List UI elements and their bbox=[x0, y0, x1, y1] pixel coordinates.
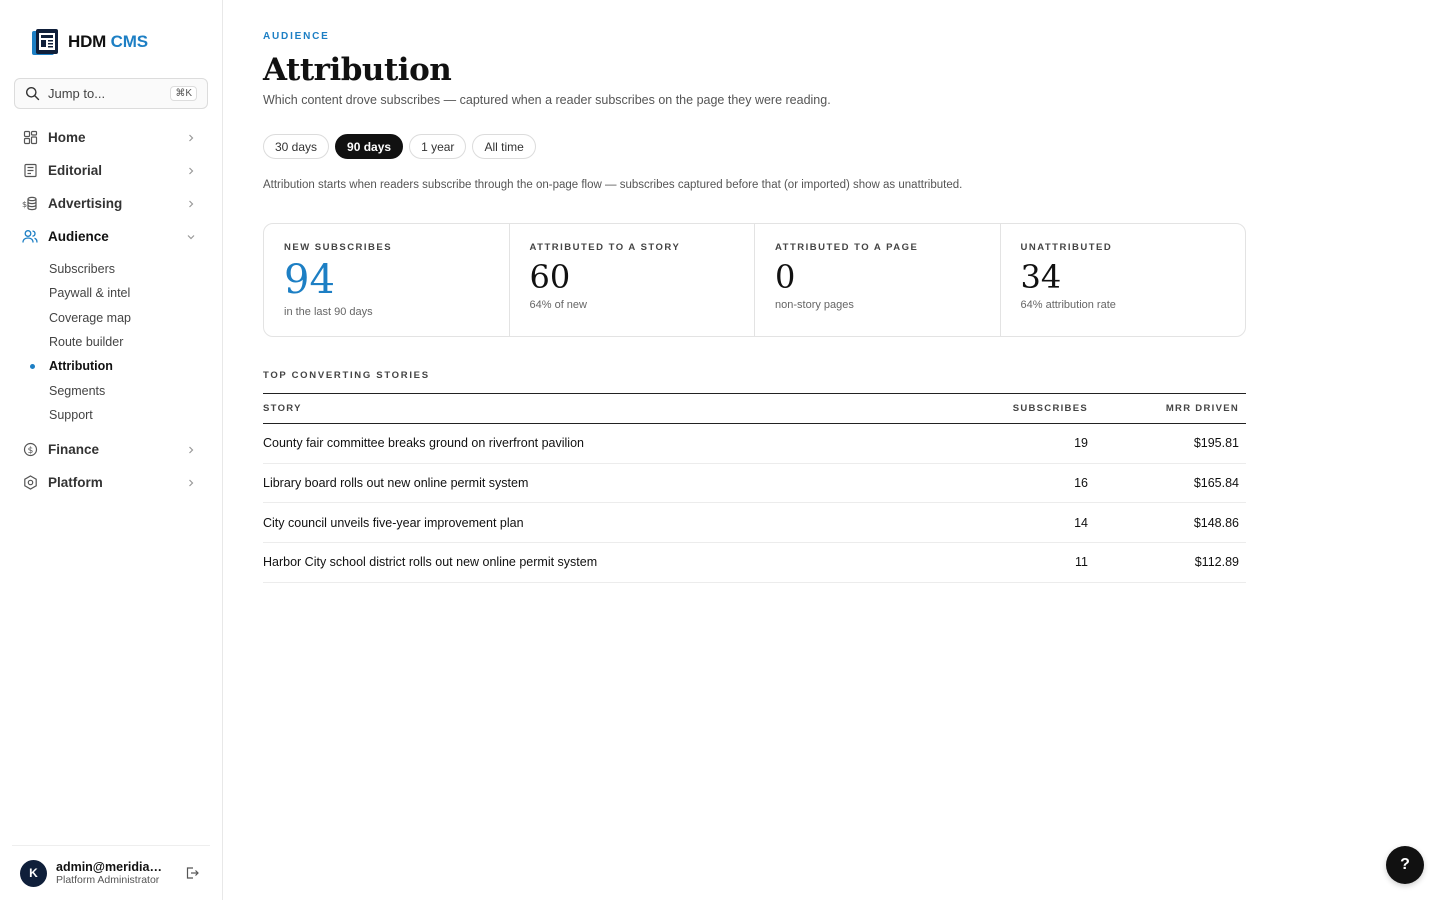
range-selector: 30 days 90 days 1 year All time bbox=[263, 134, 536, 159]
mrr-value: $148.86 bbox=[1193, 515, 1239, 530]
table-row[interactable]: City council unveils five-year improveme… bbox=[263, 503, 1246, 544]
brand-name: HDM CMS bbox=[68, 32, 148, 51]
jump-to-label: Jump to... bbox=[48, 86, 106, 101]
stat-attributed-story: ATTRIBUTED TO A STORY 60 64% of new bbox=[508, 224, 755, 336]
table-row[interactable]: County fair committee breaks ground on r… bbox=[263, 424, 1246, 464]
story-title[interactable]: Library board rolls out new online permi… bbox=[263, 476, 918, 490]
stat-label: UNATTRIBUTED bbox=[1020, 242, 1113, 253]
column-header-subscribes[interactable]: SUBSCRIBES bbox=[918, 403, 1088, 414]
stat-sub: 64% of new bbox=[529, 299, 587, 311]
user-role: Platform Administrator bbox=[56, 874, 160, 886]
stat-attributed-page: ATTRIBUTED TO A PAGE 0 non-story pages bbox=[754, 224, 1000, 336]
chevron-right-icon bbox=[186, 199, 196, 209]
logout-icon[interactable] bbox=[184, 865, 200, 881]
mrr-value: $195.81 bbox=[1193, 436, 1239, 451]
chevron-right-icon bbox=[186, 478, 196, 488]
svg-text:$: $ bbox=[22, 200, 27, 209]
range-30-days[interactable]: 30 days bbox=[263, 134, 330, 159]
attribution-note: Attribution starts when readers subscrib… bbox=[263, 179, 963, 191]
page-title: Attribution bbox=[263, 52, 452, 88]
grid-icon bbox=[22, 130, 38, 146]
mrr-value: $112.89 bbox=[1194, 555, 1239, 570]
newspaper-logo-icon bbox=[31, 27, 59, 57]
nav-item-editorial[interactable]: Editorial bbox=[0, 154, 222, 187]
table-header: STORY SUBSCRIBES MRR DRIVEN bbox=[263, 394, 1246, 424]
chevron-right-icon bbox=[186, 166, 196, 176]
range-all-time[interactable]: All time bbox=[472, 134, 536, 159]
user-info: admin@meridian.n... Platform Administrat… bbox=[56, 860, 184, 886]
subscribes-count: 11 bbox=[1075, 555, 1088, 570]
mrr-value: $165.84 bbox=[1193, 476, 1239, 491]
nav-item-platform[interactable]: Platform bbox=[0, 466, 222, 499]
stat-value: 0 bbox=[775, 258, 796, 296]
story-title[interactable]: County fair committee breaks ground on r… bbox=[263, 436, 918, 450]
shortcut-hint: ⌘K bbox=[170, 86, 197, 101]
document-icon bbox=[22, 163, 38, 179]
section-eyebrow: AUDIENCE bbox=[263, 31, 330, 42]
sidebar: HDM CMS Jump to... ⌘K Home Editorial $ A… bbox=[0, 0, 223, 900]
subnav-item-attribution[interactable]: Attribution bbox=[0, 354, 222, 378]
top-stories-heading: TOP CONVERTING STORIES bbox=[263, 370, 430, 381]
user-email: admin@meridian.n... bbox=[56, 860, 168, 874]
nav-label: Home bbox=[48, 130, 86, 145]
brand[interactable]: HDM CMS bbox=[31, 27, 148, 57]
stats-panel: NEW SUBSCRIBES 94 in the last 90 days AT… bbox=[263, 223, 1246, 337]
subnav-item-segments[interactable]: Segments bbox=[0, 378, 222, 402]
stat-value: 34 bbox=[1020, 258, 1062, 296]
range-1-year[interactable]: 1 year bbox=[409, 134, 467, 159]
subnav-item-paywall[interactable]: Paywall & intel bbox=[0, 281, 222, 305]
subnav-item-coverage-map[interactable]: Coverage map bbox=[0, 306, 222, 330]
stat-value: 94 bbox=[284, 257, 335, 303]
nav-label: Platform bbox=[48, 475, 103, 491]
stat-sub: in the last 90 days bbox=[284, 306, 373, 318]
chevron-down-icon bbox=[186, 232, 196, 242]
chevron-right-icon bbox=[186, 445, 196, 455]
users-icon bbox=[22, 229, 38, 245]
nav-label: Audience bbox=[48, 229, 109, 244]
nav-item-finance[interactable]: $ Finance bbox=[0, 433, 222, 466]
column-header-mrr[interactable]: MRR DRIVEN bbox=[1088, 403, 1246, 414]
avatar[interactable]: K bbox=[20, 859, 47, 887]
user-profile: K admin@meridian.n... Platform Administr… bbox=[12, 845, 210, 900]
audience-subnav: Subscribers Paywall & intel Coverage map… bbox=[0, 253, 222, 433]
help-button[interactable]: ? bbox=[1386, 846, 1424, 884]
coins-icon: $ bbox=[22, 196, 38, 212]
svg-text:$: $ bbox=[27, 446, 33, 456]
column-header-story[interactable]: STORY bbox=[263, 403, 918, 414]
table-row[interactable]: Library board rolls out new online permi… bbox=[263, 464, 1246, 504]
table-row[interactable]: Harbor City school district rolls out ne… bbox=[263, 543, 1246, 583]
hexagon-gear-icon bbox=[22, 475, 38, 491]
stat-label: ATTRIBUTED TO A STORY bbox=[529, 242, 681, 253]
stat-sub: 64% attribution rate bbox=[1020, 299, 1116, 311]
nav-label: Advertising bbox=[48, 196, 123, 211]
jump-to-search[interactable]: Jump to... ⌘K bbox=[14, 78, 208, 109]
nav-item-audience[interactable]: Audience bbox=[0, 220, 222, 253]
stat-label: ATTRIBUTED TO A PAGE bbox=[775, 242, 919, 253]
search-icon bbox=[25, 86, 40, 101]
nav-item-advertising[interactable]: $ Advertising bbox=[0, 187, 222, 220]
subscribes-count: 16 bbox=[1074, 476, 1088, 491]
subnav-item-subscribers[interactable]: Subscribers bbox=[0, 257, 222, 281]
stat-label: NEW SUBSCRIBES bbox=[284, 242, 393, 253]
stat-sub: non-story pages bbox=[775, 299, 854, 311]
nav-label: Editorial bbox=[48, 163, 103, 178]
stat-unattributed: UNATTRIBUTED 34 64% attribution rate bbox=[999, 224, 1246, 336]
story-title[interactable]: City council unveils five-year improveme… bbox=[263, 516, 918, 530]
main-nav: Home Editorial $ Advertising Audience Su bbox=[0, 121, 222, 499]
range-90-days[interactable]: 90 days bbox=[335, 134, 404, 159]
subscribes-count: 14 bbox=[1074, 515, 1088, 530]
subnav-item-route-builder[interactable]: Route builder bbox=[0, 330, 222, 354]
subnav-item-support[interactable]: Support bbox=[0, 403, 222, 427]
subscribes-count: 19 bbox=[1074, 436, 1088, 451]
story-title[interactable]: Harbor City school district rolls out ne… bbox=[263, 555, 918, 569]
page-subtitle: Which content drove subscribes — capture… bbox=[263, 93, 831, 107]
stat-new-subscribes: NEW SUBSCRIBES 94 in the last 90 days bbox=[264, 224, 509, 336]
chevron-right-icon bbox=[186, 133, 196, 143]
nav-label: Finance bbox=[48, 442, 100, 458]
stat-value: 60 bbox=[529, 258, 571, 296]
dollar-circle-icon: $ bbox=[22, 442, 38, 458]
nav-item-home[interactable]: Home bbox=[0, 121, 222, 154]
top-stories-table: STORY SUBSCRIBES MRR DRIVEN County fair … bbox=[263, 393, 1246, 583]
